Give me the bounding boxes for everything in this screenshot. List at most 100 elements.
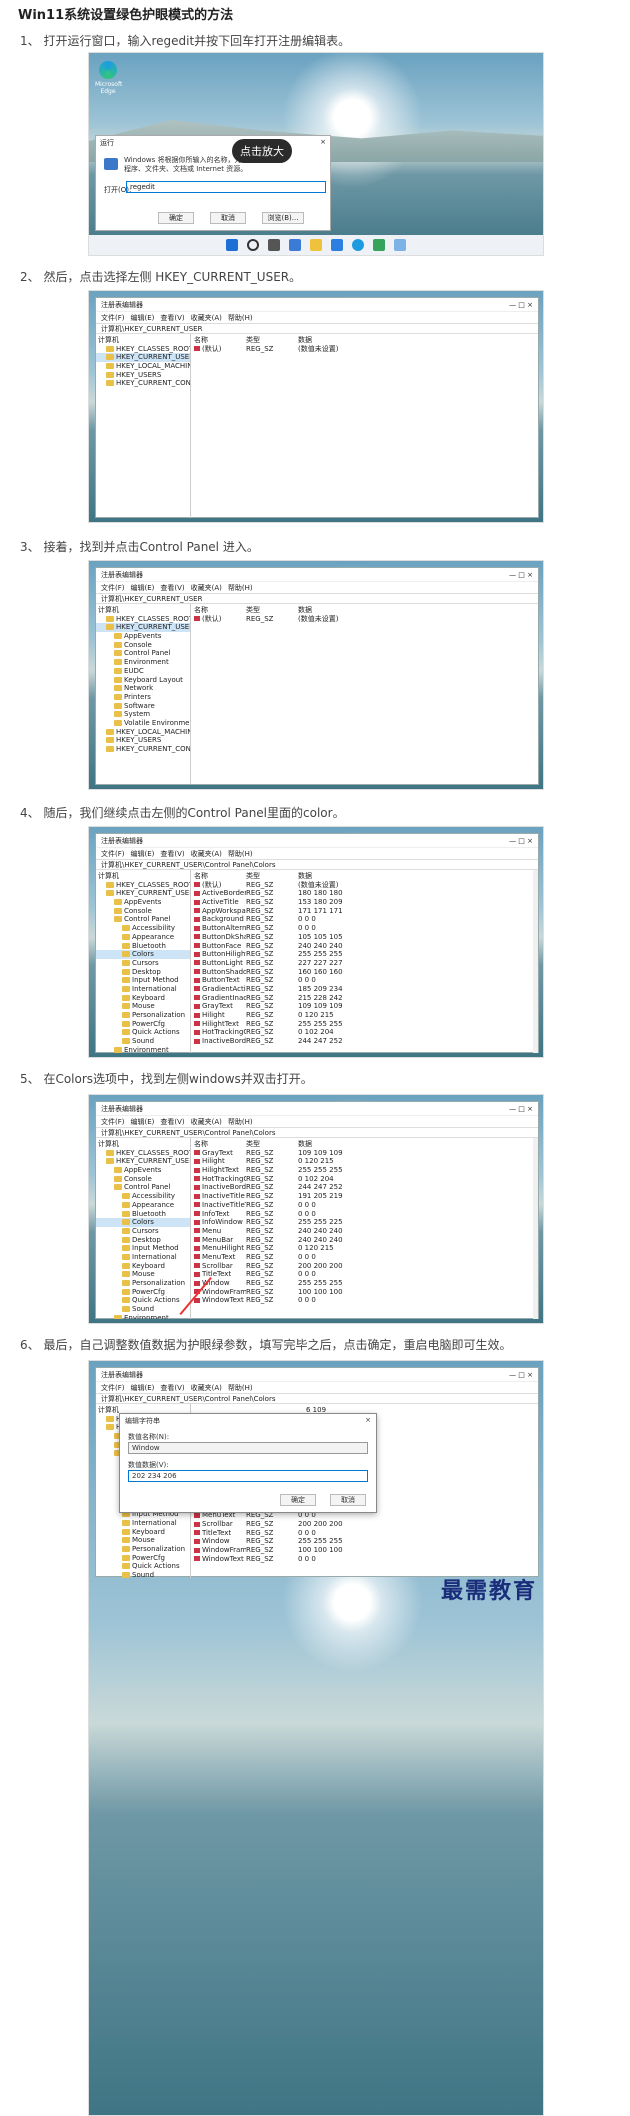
- value-row[interactable]: MenuHilightREG_SZ0 120 215: [194, 1244, 535, 1253]
- value-row[interactable]: HilightText REG_SZ 255 255 255: [194, 1166, 535, 1175]
- tree-item[interactable]: Sound: [96, 1305, 190, 1314]
- tree-item[interactable]: Quick Actions: [96, 1562, 190, 1571]
- value-row[interactable]: ButtonDkShad...REG_SZ105 105 105: [194, 933, 535, 942]
- value-row[interactable]: Window REG_SZ 255 255 255: [194, 1537, 535, 1546]
- tree-item[interactable]: Sound: [96, 1571, 190, 1578]
- tree-item[interactable]: Software: [96, 702, 190, 711]
- value-row[interactable]: WindowText REG_SZ 0 0 0: [194, 1555, 535, 1564]
- value-row[interactable]: GrayText REG_SZ 109 109 109: [194, 1002, 535, 1011]
- tree-item[interactable]: Bluetooth: [96, 942, 190, 951]
- value-row[interactable]: MenuText REG_SZ 0 0 0: [194, 1253, 535, 1262]
- start-icon[interactable]: [226, 239, 238, 251]
- menu-favorites[interactable]: 收藏夹(A): [191, 583, 222, 593]
- menu-help[interactable]: 帮助(H): [228, 583, 253, 593]
- tree-item[interactable]: HKEY_CURRENT_USER: [96, 623, 190, 633]
- close-icon[interactable]: ×: [365, 1416, 371, 1424]
- window-controls[interactable]: — □ ×: [509, 571, 533, 579]
- tree-item[interactable]: Environment: [96, 1046, 190, 1053]
- value-row[interactable]: Scrollbar REG_SZ 200 200 200: [194, 1520, 535, 1529]
- menu-file[interactable]: 文件(F): [101, 583, 125, 593]
- value-row[interactable]: ActiveTitle REG_SZ 153 180 209: [194, 898, 535, 907]
- tree-item[interactable]: HKEY_CLASSES_ROOT: [96, 615, 190, 624]
- tree-item[interactable]: HKEY_CURRENT_USER: [96, 889, 190, 898]
- data-field[interactable]: 202 234 206: [128, 1470, 368, 1482]
- tree-item[interactable]: AppEvents: [96, 1166, 190, 1175]
- tree-item[interactable]: 计算机: [96, 872, 190, 881]
- window-controls[interactable]: — □ ×: [509, 1105, 533, 1113]
- value-row[interactable]: (默认) REG_SZ (数值未设置): [194, 345, 535, 354]
- tree-item[interactable]: Colors: [96, 950, 190, 959]
- scrollbar[interactable]: [533, 1138, 538, 1319]
- tree-item[interactable]: Control Panel: [96, 649, 190, 658]
- store-icon[interactable]: [331, 239, 343, 251]
- value-row[interactable]: (默认) REG_SZ (数值未设置): [194, 881, 535, 890]
- tree-item[interactable]: Bluetooth: [96, 1210, 190, 1219]
- window-controls[interactable]: — □ ×: [509, 301, 533, 309]
- value-row[interactable]: WindowText REG_SZ 0 0 0: [194, 1296, 535, 1305]
- menu-help[interactable]: 帮助(H): [228, 313, 253, 323]
- tree-item[interactable]: Keyboard: [96, 994, 190, 1003]
- menu-edit[interactable]: 编辑(E): [131, 849, 155, 859]
- value-row[interactable]: Menu REG_SZ 240 240 240: [194, 1227, 535, 1236]
- value-row[interactable]: Background REG_SZ 0 0 0: [194, 915, 535, 924]
- value-row[interactable]: InactiveTitle REG_SZ 191 205 219: [194, 1192, 535, 1201]
- menu-edit[interactable]: 编辑(E): [131, 583, 155, 593]
- window-controls[interactable]: — □ ×: [509, 1371, 533, 1379]
- tree-item[interactable]: Printers: [96, 693, 190, 702]
- menu-help[interactable]: 帮助(H): [228, 1383, 253, 1393]
- folder-icon[interactable]: [310, 239, 322, 251]
- tree-item[interactable]: Cursors: [96, 959, 190, 968]
- tree-item[interactable]: Console: [96, 1175, 190, 1184]
- tree-item[interactable]: Volatile Environment: [96, 719, 190, 728]
- menu-favorites[interactable]: 收藏夹(A): [191, 313, 222, 323]
- tree-item[interactable]: 计算机: [96, 1140, 190, 1149]
- address-bar[interactable]: 计算机\HKEY_CURRENT_USER\Control Panel\Colo…: [96, 859, 538, 870]
- step-3-screenshot[interactable]: 注册表编辑器 — □ × 文件(F) 编辑(E) 查看(V) 收藏夹(A) 帮助(H) 计…: [88, 560, 544, 790]
- tree-item[interactable]: Mouse: [96, 1270, 190, 1279]
- tree-item[interactable]: Colors: [96, 1218, 190, 1227]
- address-bar[interactable]: 计算机\HKEY_CURRENT_USER: [96, 323, 538, 334]
- edge-icon[interactable]: [352, 239, 364, 251]
- menu-view[interactable]: 查看(V): [160, 583, 184, 593]
- tree-item[interactable]: PowerCfg: [96, 1554, 190, 1563]
- menu-file[interactable]: 文件(F): [101, 1383, 125, 1393]
- tree-item[interactable]: International: [96, 1519, 190, 1528]
- menu-help[interactable]: 帮助(H): [228, 849, 253, 859]
- value-row[interactable]: Hilight REG_SZ 0 120 215: [194, 1011, 535, 1020]
- value-row[interactable]: ButtonFace REG_SZ 240 240 240: [194, 942, 535, 951]
- taskview-icon[interactable]: [268, 239, 280, 251]
- tree-item[interactable]: Control Panel: [96, 915, 190, 924]
- tree-item[interactable]: 计算机: [96, 336, 190, 345]
- tree-item[interactable]: Console: [96, 907, 190, 916]
- tree-item[interactable]: Cursors: [96, 1227, 190, 1236]
- value-row[interactable]: AppWorkspaceREG_SZ171 171 171: [194, 907, 535, 916]
- menu-favorites[interactable]: 收藏夹(A): [191, 1383, 222, 1393]
- step-2-screenshot[interactable]: 注册表编辑器 — □ × 文件(F) 编辑(E) 查看(V) 收藏夹(A) 帮助(H) 计…: [88, 290, 544, 523]
- tree-item[interactable]: HKEY_CLASSES_ROOT: [96, 881, 190, 890]
- value-row[interactable]: Scrollbar REG_SZ 200 200 200: [194, 1262, 535, 1271]
- tree-item[interactable]: Keyboard: [96, 1262, 190, 1271]
- value-row[interactable]: GradientActive...REG_SZ185 209 234: [194, 985, 535, 994]
- tree-item[interactable]: Quick Actions: [96, 1028, 190, 1037]
- scrollbar[interactable]: [533, 870, 538, 1053]
- ok-button[interactable]: 确定: [158, 212, 194, 224]
- tree-item-selected[interactable]: HKEY_CURRENT_USER: [96, 353, 190, 363]
- value-row[interactable]: InfoText REG_SZ 0 0 0: [194, 1210, 535, 1219]
- tree-item[interactable]: Input Method: [96, 1244, 190, 1253]
- value-row[interactable]: InactiveTitleTextREG_SZ0 0 0: [194, 1201, 535, 1210]
- app-icon[interactable]: [373, 239, 385, 251]
- tree-item[interactable]: HKEY_CLASSES_ROOT: [96, 1149, 190, 1158]
- menu-view[interactable]: 查看(V): [160, 1383, 184, 1393]
- tree-item[interactable]: AppEvents: [96, 632, 190, 641]
- value-row[interactable]: HilightText REG_SZ 255 255 255: [194, 1020, 535, 1029]
- menu-file[interactable]: 文件(F): [101, 1117, 125, 1127]
- menu-edit[interactable]: 编辑(E): [131, 313, 155, 323]
- tree-item[interactable]: Accessibility: [96, 924, 190, 933]
- menu-help[interactable]: 帮助(H): [228, 1117, 253, 1127]
- menu-file[interactable]: 文件(F): [101, 849, 125, 859]
- zoom-badge[interactable]: 点击放大: [232, 139, 292, 163]
- tree-item[interactable]: HKEY_CLASSES_ROOT: [96, 345, 190, 354]
- run-input[interactable]: regedit: [126, 181, 326, 193]
- tree-item[interactable]: Accessibility: [96, 1192, 190, 1201]
- tree-item[interactable]: Input Method: [96, 976, 190, 985]
